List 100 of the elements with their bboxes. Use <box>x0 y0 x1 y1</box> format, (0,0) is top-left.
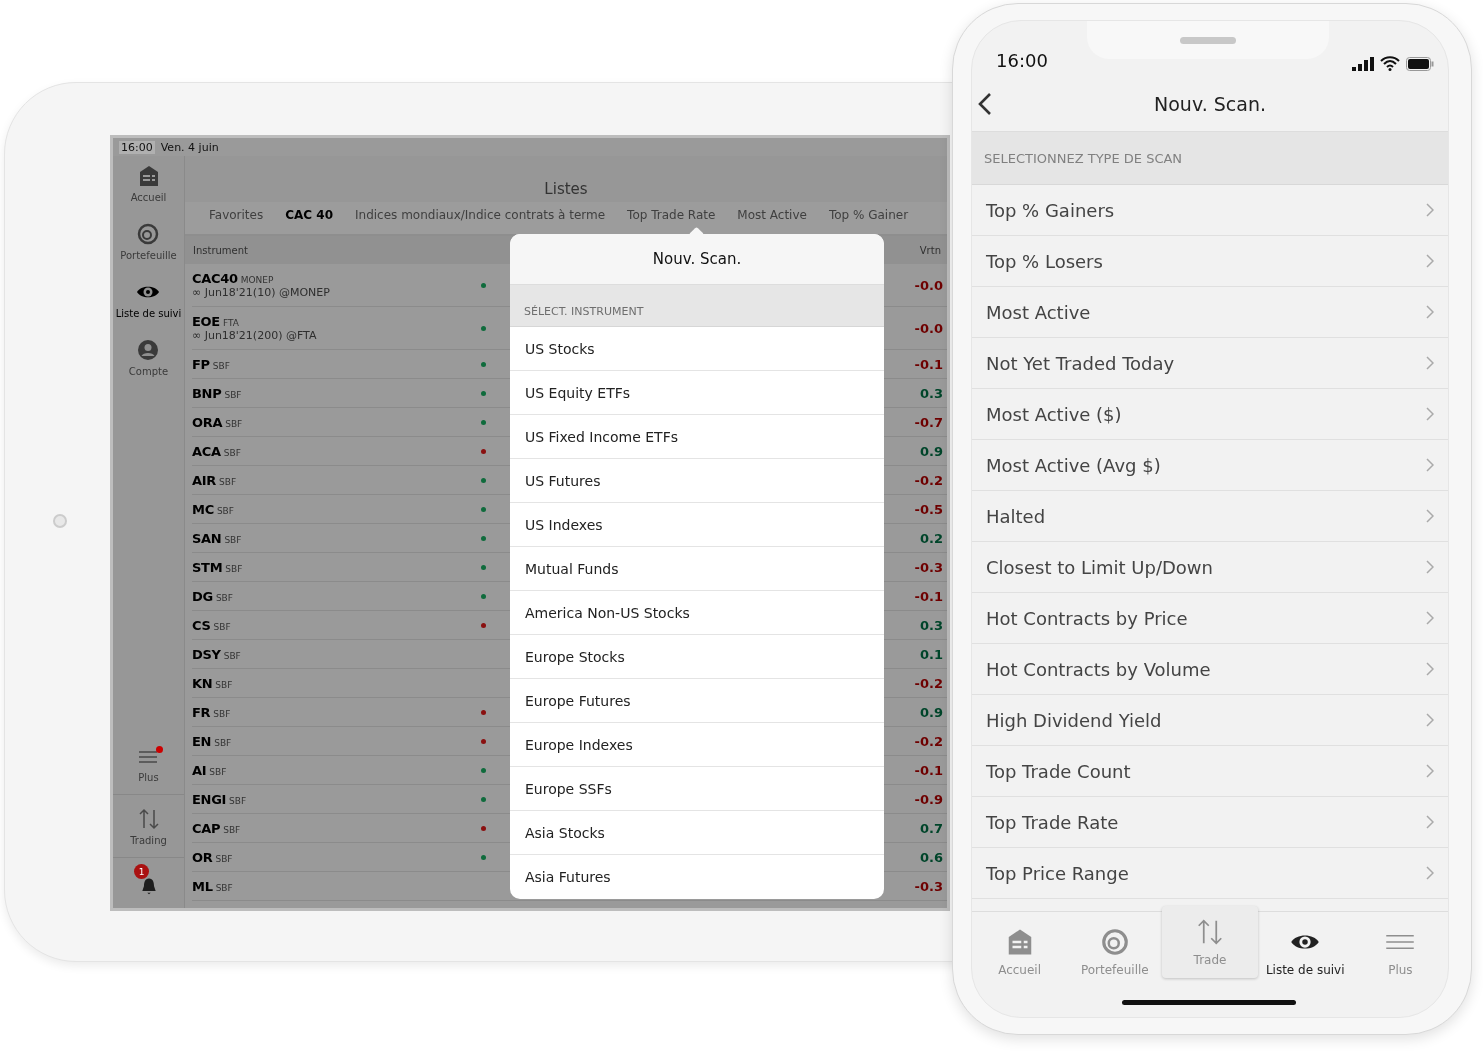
change-value: 0.3 <box>919 385 944 401</box>
symbol-text[interactable]: MC <box>192 501 214 517</box>
list-item[interactable]: Halted <box>972 491 1448 542</box>
list-item[interactable]: Hot Contracts by Volume <box>972 644 1448 695</box>
symbol-text[interactable]: AI <box>192 762 207 778</box>
chevron-icon <box>1426 305 1434 319</box>
change-value: -0.7 <box>914 414 944 430</box>
exchange-text: SBF <box>212 360 230 371</box>
chevron-icon <box>1426 356 1434 370</box>
change-value: -0.2 <box>914 733 944 749</box>
list-item[interactable]: Top % Gainers <box>972 185 1448 236</box>
status-time: 16:00 <box>996 50 1048 71</box>
symbol-text[interactable]: SAN <box>192 530 222 546</box>
symbol-text[interactable]: CAC40 <box>192 271 238 286</box>
tab[interactable]: Indices mondiaux/Indice contrats à terme <box>355 208 606 222</box>
symbol-text[interactable]: EOE <box>192 314 220 329</box>
list-item[interactable]: Most Active <box>972 287 1448 338</box>
tab[interactable]: CAC 40 <box>285 208 333 222</box>
exchange-text: SBF <box>215 679 233 690</box>
list-item[interactable]: Europe Futures <box>510 679 884 723</box>
symbol-text[interactable]: OR <box>192 849 213 865</box>
list-item[interactable]: Europe SSFs <box>510 767 884 811</box>
symbol-text[interactable]: ACA <box>192 443 221 459</box>
change-value: 0.9 <box>919 443 944 459</box>
exchange-text: SBF <box>223 447 241 458</box>
chevron-icon <box>1426 254 1434 268</box>
tab[interactable]: Top % Gainer <box>828 208 909 222</box>
status-date: Ven. 4 juin <box>160 140 219 154</box>
symbol-text[interactable]: CS <box>192 617 211 633</box>
exchange-text: SBF <box>215 882 233 893</box>
chevron-icon <box>1426 866 1434 880</box>
symbol-text[interactable]: STM <box>192 559 223 575</box>
symbol-text[interactable]: ORA <box>192 414 223 430</box>
list-item[interactable]: US Stocks <box>510 327 884 371</box>
change-value: 0.7 <box>919 820 944 836</box>
wifi-icon <box>1380 56 1400 71</box>
change-value: 0.3 <box>919 617 944 633</box>
tab-bar-item[interactable]: Liste de suivi <box>1257 912 1353 992</box>
change-value: -0.3 <box>914 559 944 575</box>
symbol-text[interactable]: AIR <box>192 472 216 488</box>
exchange-text: SBF <box>223 650 241 661</box>
sidebar-item[interactable]: Liste de suivi <box>115 280 182 338</box>
symbol-text[interactable]: KN <box>192 675 213 691</box>
pie-chart-icon <box>136 222 161 246</box>
list-item[interactable]: Mutual Funds <box>510 547 884 591</box>
change-value: -0.2 <box>914 675 944 691</box>
exchange-text: SBF <box>224 389 242 400</box>
list-item[interactable]: US Futures <box>510 459 884 503</box>
symbol-text[interactable]: FR <box>192 704 211 720</box>
exchange-text: SBF <box>215 853 233 864</box>
column-header[interactable]: Vrtn <box>919 244 941 256</box>
sidebar-item[interactable]: Compte <box>128 338 169 396</box>
list-item[interactable]: High Dividend Yield <box>972 695 1448 746</box>
tab[interactable]: Most Active <box>737 208 807 222</box>
chevron-icon <box>1426 662 1434 676</box>
back-icon[interactable] <box>978 92 992 116</box>
sidebar-item[interactable]: Trading <box>113 795 184 858</box>
symbol-text[interactable]: ENGI <box>192 791 227 807</box>
chevron-icon <box>1426 764 1434 778</box>
list-item[interactable]: US Equity ETFs <box>510 371 884 415</box>
list-item[interactable]: Top Trade Count <box>972 746 1448 797</box>
symbol-text[interactable]: DG <box>192 588 213 604</box>
pie-chart-icon <box>1099 927 1130 957</box>
tab[interactable]: Top Trade Rate <box>627 208 716 222</box>
symbol-text[interactable]: BNP <box>192 385 222 401</box>
symbol-text[interactable]: FP <box>192 356 210 372</box>
list-item[interactable]: Asia Stocks <box>510 811 884 855</box>
list-item[interactable]: Europe Indexes <box>510 723 884 767</box>
list-item[interactable]: Asia Futures <box>510 855 884 899</box>
tab[interactable]: Favorites <box>209 208 264 222</box>
chevron-icon <box>1426 458 1434 472</box>
change-value: -0.1 <box>914 356 944 372</box>
change-value: 0.1 <box>919 646 944 662</box>
change-value: -0.9 <box>914 791 944 807</box>
user-icon <box>136 338 161 362</box>
list-item[interactable]: Most Active ($) <box>972 389 1448 440</box>
sidebar-item[interactable]: Portefeuille <box>120 222 177 280</box>
list-item[interactable]: Most Active (Avg $) <box>972 440 1448 491</box>
list-item[interactable]: Not Yet Traded Today <box>972 338 1448 389</box>
sidebar-item[interactable]: Plus <box>113 732 184 795</box>
section-header: SELECTIONNEZ TYPE DE SCAN <box>972 132 1448 185</box>
list-item[interactable]: Europe Stocks <box>510 635 884 679</box>
list-item[interactable]: Top % Losers <box>972 236 1448 287</box>
symbol-text[interactable]: CAP <box>192 820 221 836</box>
sidebar-item[interactable]: Accueil <box>130 164 167 222</box>
symbol-text[interactable]: DSY <box>192 646 221 662</box>
change-value: -0.3 <box>914 878 944 894</box>
exchange-text: MONEP <box>240 275 274 285</box>
list-item[interactable]: US Fixed Income ETFs <box>510 415 884 459</box>
list-item[interactable]: Top Trade Rate <box>972 797 1448 848</box>
list-item[interactable]: US Indexes <box>510 503 884 547</box>
contract-text: ∞ Jun18'21(200) @FTA <box>192 329 318 342</box>
list-item[interactable]: Hot Contracts by Price <box>972 593 1448 644</box>
symbol-text[interactable]: ML <box>192 878 213 894</box>
list-item[interactable]: America Non-US Stocks <box>510 591 884 635</box>
column-header[interactable]: Instrument <box>193 244 249 256</box>
list-item[interactable]: Top Price Range <box>972 848 1448 899</box>
symbol-text[interactable]: EN <box>192 733 212 749</box>
exchange-text: SBF <box>223 824 241 835</box>
list-item[interactable]: Closest to Limit Up/Down <box>972 542 1448 593</box>
